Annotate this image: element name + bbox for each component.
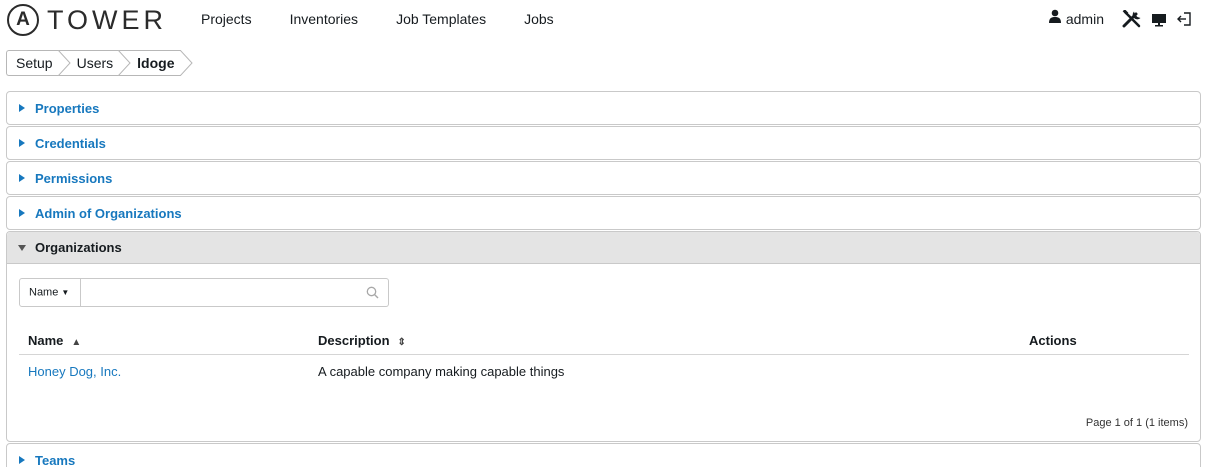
panel-properties: Properties	[6, 91, 1201, 125]
pagination-info: Page 1 of 1 (1 items)	[1085, 417, 1188, 429]
column-header-name[interactable]: Name ▲	[19, 328, 309, 355]
column-header-actions: Actions	[1020, 328, 1189, 355]
panel-teams-title: Teams	[35, 452, 76, 467]
tower-logo[interactable]: A TOWER	[7, 4, 167, 36]
breadcrumb-separator	[179, 50, 193, 76]
caret-down-icon	[17, 244, 27, 251]
sort-icon: ⇕	[397, 337, 406, 349]
logo-text: TOWER	[47, 5, 167, 35]
user-menu: admin	[1048, 9, 1192, 28]
breadcrumb-users-label: Users	[76, 55, 114, 71]
panel-admin-of-organizations: Admin of Organizations	[6, 196, 1201, 230]
main-nav: Projects Inventories Job Templates Jobs	[201, 11, 592, 27]
organizations-body: Name ▼ Name ▲ Description ⇕ Actions Hone…	[7, 264, 1200, 441]
panel-permissions: Permissions	[6, 161, 1201, 195]
top-navbar: A TOWER Projects Inventories Job Templat…	[0, 0, 1206, 40]
caret-right-icon	[17, 456, 27, 464]
panel-organizations-title: Organizations	[35, 240, 122, 255]
nav-jobs[interactable]: Jobs	[524, 11, 554, 27]
panel-admin-orgs-header[interactable]: Admin of Organizations	[7, 197, 1200, 229]
panel-teams-header[interactable]: Teams	[7, 444, 1200, 467]
user-icon	[1048, 9, 1062, 28]
panel-credentials: Credentials	[6, 126, 1201, 160]
panel-admin-orgs-title: Admin of Organizations	[35, 205, 182, 221]
nav-projects[interactable]: Projects	[201, 11, 252, 27]
nav-inventories[interactable]: Inventories	[290, 11, 358, 27]
logo-circle: A	[7, 4, 39, 36]
breadcrumb-current-label: ldoge	[137, 55, 175, 71]
cell-org-name: Honey Dog, Inc.	[19, 354, 309, 389]
chevron-down-icon: ▼	[61, 288, 70, 297]
panel-properties-title: Properties	[35, 100, 100, 116]
search-field-select[interactable]: Name ▼	[19, 278, 81, 307]
cell-org-actions	[1020, 354, 1189, 389]
column-actions-label: Actions	[1029, 333, 1077, 349]
search-icon[interactable]	[366, 286, 379, 304]
panel-permissions-title: Permissions	[35, 170, 113, 186]
panel-credentials-title: Credentials	[35, 135, 106, 151]
search-bar: Name ▼	[19, 278, 1188, 307]
table-header-row: Name ▲ Description ⇕ Actions	[19, 328, 1189, 355]
user-detail-panels: Properties Credentials Permissions Admin…	[6, 91, 1201, 467]
nav-job-templates[interactable]: Job Templates	[396, 11, 486, 27]
column-name-label: Name	[28, 333, 64, 349]
column-header-description[interactable]: Description ⇕	[309, 328, 1020, 355]
breadcrumb-separator	[57, 50, 71, 76]
breadcrumb: Setup Users ldoge	[6, 50, 193, 76]
column-description-label: Description	[318, 333, 390, 349]
monitor-icon[interactable]	[1150, 11, 1168, 27]
breadcrumb-separator	[118, 50, 131, 76]
caret-right-icon	[17, 209, 27, 217]
sort-ascending-icon: ▲	[71, 337, 82, 349]
panel-credentials-header[interactable]: Credentials	[7, 127, 1200, 159]
search-input[interactable]	[81, 279, 388, 306]
wrench-screwdriver-icon[interactable]	[1122, 9, 1142, 28]
caret-right-icon	[17, 139, 27, 147]
panel-teams: Teams	[6, 443, 1201, 467]
panel-properties-header[interactable]: Properties	[7, 92, 1200, 124]
breadcrumb-setup-label: Setup	[16, 55, 53, 71]
panel-organizations-header[interactable]: Organizations	[7, 232, 1200, 264]
breadcrumb-setup[interactable]: Setup	[6, 50, 71, 76]
table-row: Honey Dog, Inc. A capable company making…	[19, 354, 1189, 389]
caret-right-icon	[17, 104, 27, 112]
logout-icon[interactable]	[1176, 11, 1192, 27]
caret-right-icon	[17, 174, 27, 182]
search-field-label: Name	[29, 286, 59, 299]
search-input-wrapper	[81, 278, 389, 307]
panel-organizations: Organizations Name ▼ Name ▲ Description …	[6, 231, 1201, 442]
organizations-table: Name ▲ Description ⇕ Actions Honey Dog, In…	[19, 328, 1189, 389]
panel-permissions-header[interactable]: Permissions	[7, 162, 1200, 194]
cell-org-description: A capable company making capable things	[318, 364, 565, 380]
username-link[interactable]: admin	[1066, 11, 1104, 27]
org-name-link[interactable]: Honey Dog, Inc.	[28, 364, 121, 379]
